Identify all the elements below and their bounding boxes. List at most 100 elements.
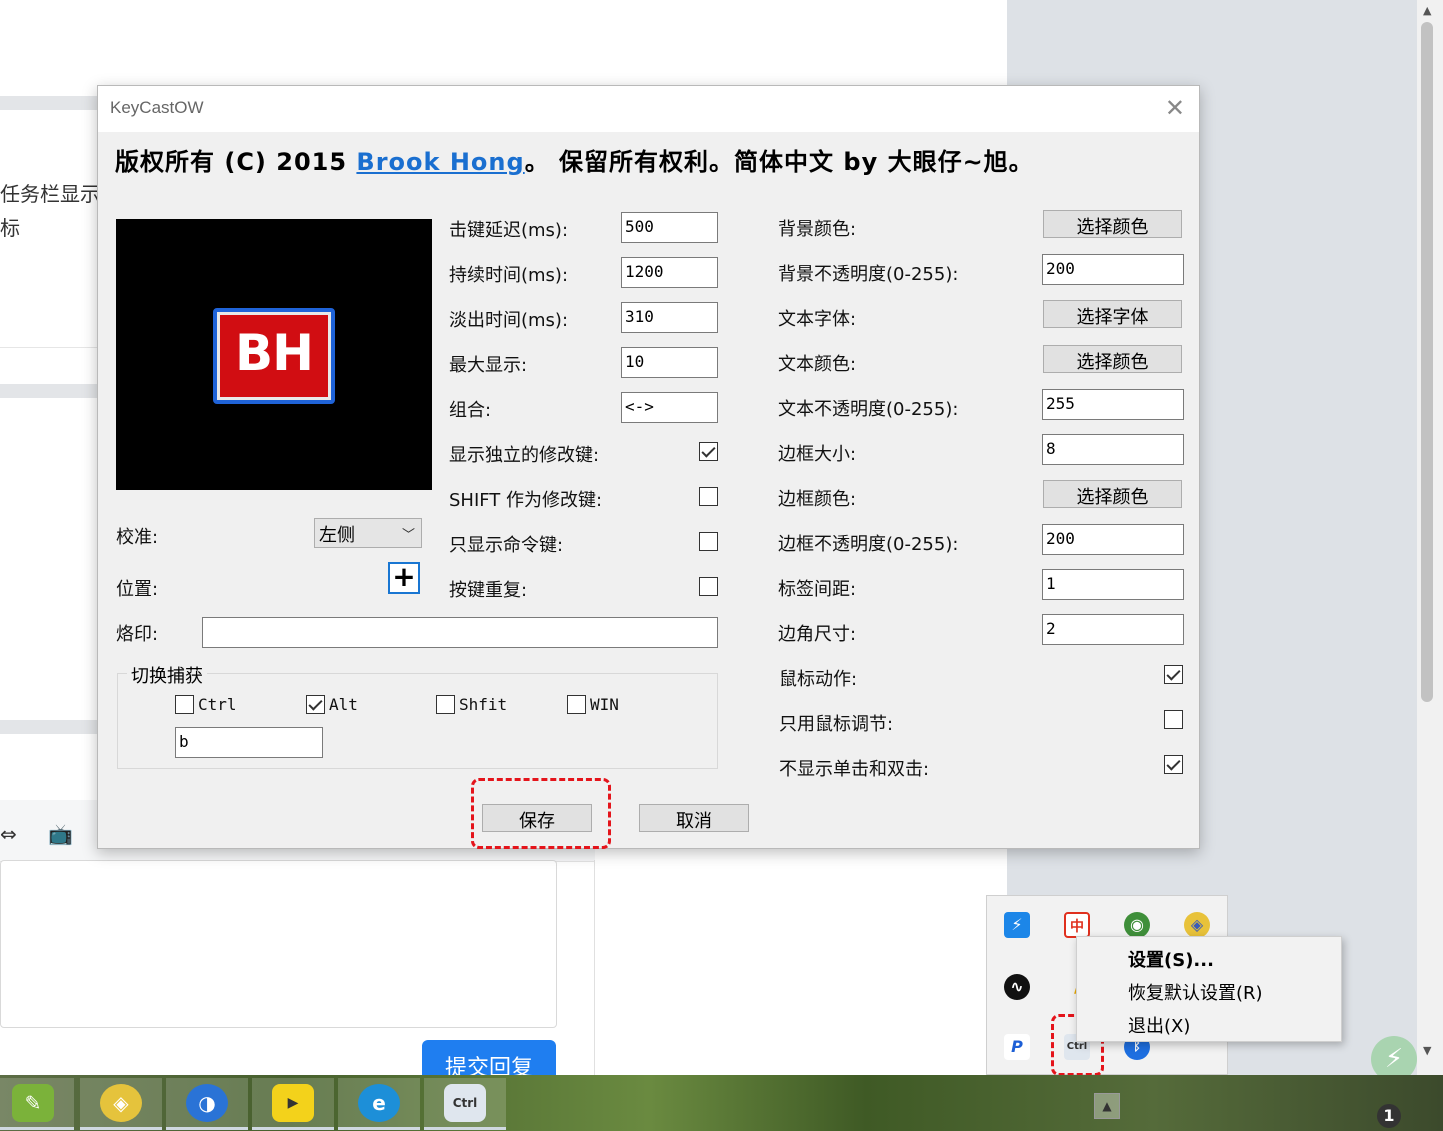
ctrl-checkbox[interactable] xyxy=(175,695,194,714)
border-opacity-input[interactable]: 200 xyxy=(1042,524,1184,555)
close-icon[interactable]: ✕ xyxy=(1165,94,1185,122)
disc-icon[interactable]: ◈ xyxy=(1184,912,1210,938)
fade-out-label: 淡出时间(ms): xyxy=(449,310,569,331)
label-spacing-label: 标签间距: xyxy=(778,579,857,600)
scroll-up-arrow-icon[interactable]: ▲ xyxy=(1423,4,1431,17)
paypal-icon[interactable]: P xyxy=(1004,1034,1030,1060)
bg-divider-bar xyxy=(0,720,100,734)
duration-label: 持续时间(ms): xyxy=(449,265,569,286)
bg-reply-textarea[interactable] xyxy=(0,860,557,1028)
max-display-input[interactable]: 10 xyxy=(621,347,718,378)
toggle-key-input[interactable]: b xyxy=(175,727,323,758)
alt-checkbox[interactable] xyxy=(306,695,325,714)
menu-item-settings[interactable]: 设置(S)... xyxy=(1128,946,1214,972)
bg-text-taskbar: 任务栏显示 xyxy=(0,182,100,206)
bg-opacity-input[interactable]: 200 xyxy=(1042,254,1184,285)
keycastow-dialog: KeyCastOW ✕ 版权所有 (C) 2015 Brook Hong。 保留… xyxy=(97,85,1200,849)
mouse-action-checkbox[interactable] xyxy=(1164,665,1183,684)
submit-reply-button[interactable]: 提交回复 xyxy=(422,1040,556,1080)
align-select-value: 左侧 xyxy=(319,525,355,546)
toggle-capture-title: 切换捕获 xyxy=(127,662,207,688)
preview-area: BH xyxy=(116,219,432,490)
taskbar-app-keycastow[interactable]: Ctrl xyxy=(424,1078,506,1130)
author-link[interactable]: Brook Hong xyxy=(356,148,524,176)
dialog-titlebar[interactable]: KeyCastOW ✕ xyxy=(98,86,1199,132)
taskbar-app-edge[interactable]: e xyxy=(338,1078,420,1130)
keystroke-delay-input[interactable]: 500 xyxy=(621,212,718,243)
scrollbar-thumb[interactable] xyxy=(1421,22,1433,702)
position-label: 位置: xyxy=(116,579,159,600)
text-font-button[interactable]: 选择字体 xyxy=(1043,300,1182,328)
combo-label: 组合: xyxy=(449,400,492,421)
cancel-button[interactable]: 取消 xyxy=(639,804,749,832)
dialog-title: KeyCastOW xyxy=(110,98,204,117)
combo-input[interactable]: <-> xyxy=(621,392,718,423)
show-modifiers-checkbox[interactable] xyxy=(699,442,718,461)
mouse-action-label: 鼠标动作: xyxy=(779,669,858,690)
border-size-input[interactable]: 8 xyxy=(1042,434,1184,465)
bg-color-button[interactable]: 选择颜色 xyxy=(1043,210,1182,238)
text-font-label: 文本字体: xyxy=(778,309,857,330)
bg-color-label: 背景颜色: xyxy=(778,219,857,240)
taskbar-app-disc[interactable]: ◈ xyxy=(80,1078,162,1130)
disc-burner-icon: ◈ xyxy=(100,1084,142,1122)
chevron-down-icon: ﹀ xyxy=(401,528,415,543)
edge-browser-icon: e xyxy=(358,1084,400,1122)
copyright-line: 版权所有 (C) 2015 Brook Hong。 保留所有权利。简体中文 by… xyxy=(115,142,1034,177)
align-select[interactable]: 左侧 ﹀ xyxy=(314,518,422,548)
stamp-input[interactable] xyxy=(202,617,718,648)
tray-expand-chevron-icon[interactable]: ▲ xyxy=(1094,1093,1120,1119)
shift-checkbox[interactable] xyxy=(436,695,455,714)
stamp-label: 烙印: xyxy=(116,624,159,645)
menu-item-restore-defaults[interactable]: 恢复默认设置(R) xyxy=(1128,979,1263,1005)
bg-text-icon: 标 xyxy=(0,216,20,240)
taskbar: ✎ ◈ ◑ ▶ e Ctrl xyxy=(0,1075,1443,1131)
shift-modifier-checkbox[interactable] xyxy=(699,487,718,506)
mouse-only-adjust-checkbox[interactable] xyxy=(1164,710,1183,729)
taskbar-app-notepad[interactable]: ✎ xyxy=(0,1078,74,1130)
keystroke-delay-label: 击键延迟(ms): xyxy=(449,220,569,241)
play-icon: ▶ xyxy=(272,1084,314,1122)
globe-app-icon: ◑ xyxy=(186,1084,228,1122)
align-label: 校准: xyxy=(116,527,159,548)
max-display-label: 最大显示: xyxy=(449,355,528,376)
bg-divider-bar xyxy=(0,96,100,110)
border-color-button[interactable]: 选择颜色 xyxy=(1043,480,1182,508)
bg-column-divider xyxy=(594,860,595,1075)
corner-size-input[interactable]: 2 xyxy=(1042,614,1184,645)
border-opacity-label: 边框不透明度(0-255): xyxy=(778,534,959,555)
win-label: WIN xyxy=(590,695,619,714)
audio-wave-icon[interactable]: ∿ xyxy=(1004,974,1030,1000)
duration-input[interactable]: 1200 xyxy=(621,257,718,288)
command-keys-only-label: 只显示命令键: xyxy=(449,535,564,556)
copyright-prefix: 版权所有 (C) 2015 xyxy=(115,148,357,176)
thunder-icon[interactable]: ⚡ xyxy=(1004,912,1030,938)
taskbar-app-uninstaller[interactable]: ◑ xyxy=(166,1078,248,1130)
key-repeat-label: 按键重复: xyxy=(449,580,528,601)
win-checkbox[interactable] xyxy=(567,695,586,714)
hide-clicks-checkbox[interactable] xyxy=(1164,755,1183,774)
notification-badge[interactable]: 1 xyxy=(1377,1104,1401,1128)
bilibili-icon[interactable]: 📺 xyxy=(48,822,73,846)
text-color-button[interactable]: 选择颜色 xyxy=(1043,345,1182,373)
bg-divider-bar xyxy=(0,384,100,398)
fade-out-input[interactable]: 310 xyxy=(621,302,718,333)
position-crosshair-button[interactable]: + xyxy=(388,562,420,594)
page-scrollbar[interactable]: ▲ ▼ xyxy=(1417,0,1443,1075)
plus-icon: + xyxy=(392,560,416,593)
logo-text: BH xyxy=(235,324,314,382)
keycastow-app-icon: Ctrl xyxy=(444,1084,486,1122)
scroll-down-arrow-icon[interactable]: ▼ xyxy=(1423,1044,1431,1057)
link-icon[interactable]: ⇔ xyxy=(0,822,17,846)
menu-item-exit[interactable]: 退出(X) xyxy=(1128,1012,1190,1038)
key-repeat-checkbox[interactable] xyxy=(699,577,718,596)
ime-chinese-icon[interactable]: 中 xyxy=(1064,912,1090,938)
taskbar-app-player[interactable]: ▶ xyxy=(252,1078,334,1130)
globe-icon[interactable]: ◉ xyxy=(1124,912,1150,938)
text-opacity-input[interactable]: 255 xyxy=(1042,389,1184,420)
label-spacing-input[interactable]: 1 xyxy=(1042,569,1184,600)
shift-modifier-label: SHIFT 作为修改键: xyxy=(449,490,603,511)
border-size-label: 边框大小: xyxy=(778,444,857,465)
show-modifiers-label: 显示独立的修改键: xyxy=(449,445,600,466)
command-keys-only-checkbox[interactable] xyxy=(699,532,718,551)
